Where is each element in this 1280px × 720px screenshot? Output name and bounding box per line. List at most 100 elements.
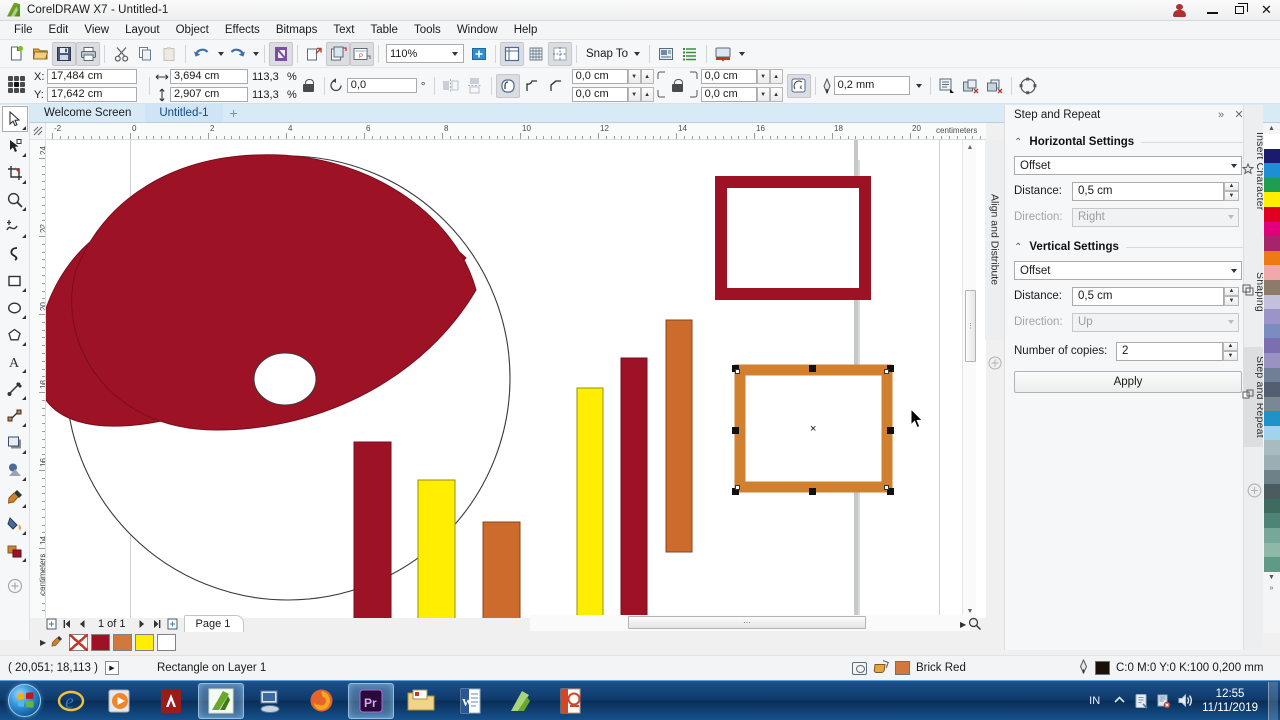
crop-tool[interactable] bbox=[2, 160, 28, 186]
palette-swatch[interactable] bbox=[1263, 469, 1280, 485]
transparency-tool[interactable] bbox=[2, 457, 28, 483]
selection-handle-w[interactable] bbox=[732, 427, 739, 434]
docker-tab-align-and-distribute[interactable]: Align and Distribute bbox=[985, 140, 1004, 340]
polygon-tool[interactable] bbox=[2, 322, 28, 348]
horizontal-distance-field[interactable]: 0,5 cm bbox=[1072, 181, 1224, 201]
minimize-button[interactable] bbox=[1199, 0, 1226, 21]
vertical-distance-field[interactable]: 0,5 cm bbox=[1072, 286, 1224, 306]
bar-3[interactable] bbox=[482, 521, 521, 618]
ellipse-tool[interactable] bbox=[2, 295, 28, 321]
object-width-field[interactable]: 3,694 cm bbox=[170, 69, 248, 84]
connector-tool[interactable] bbox=[2, 403, 28, 429]
palette-swatch[interactable] bbox=[1263, 148, 1280, 164]
palette-swatch[interactable] bbox=[1263, 455, 1280, 470]
x-position-field[interactable]: 17,484 cm bbox=[47, 69, 137, 84]
clock[interactable]: 12:55 11/11/2019 bbox=[1196, 687, 1268, 715]
white-swatch[interactable] bbox=[157, 633, 177, 651]
rotation-angle-field[interactable]: 0,0 bbox=[346, 78, 417, 93]
application-launcher-dropdown-icon[interactable] bbox=[735, 42, 746, 66]
canvas-vertical-scrollbar[interactable]: ▲ ⋮ ▼ bbox=[962, 140, 976, 618]
scroll-up-button[interactable]: ▲ bbox=[963, 140, 977, 154]
vertical-mode-select[interactable]: Offset bbox=[1014, 261, 1242, 280]
object-manager-icon[interactable] bbox=[678, 42, 702, 66]
palette-scroll-icon[interactable]: ▶ bbox=[40, 638, 46, 647]
object-height-field[interactable]: 2,907 cm bbox=[170, 87, 248, 102]
relative-corner-scaling-icon[interactable]: к bbox=[786, 73, 811, 98]
show-grid-icon[interactable] bbox=[524, 42, 548, 66]
horizontal-ruler[interactable]: -2 0 2 4 6 8 10 12 14 16 18 20 centimeters bbox=[46, 123, 986, 140]
palette-swatch[interactable] bbox=[1263, 192, 1280, 207]
bar-4[interactable] bbox=[576, 387, 604, 618]
palette-swatch[interactable] bbox=[1263, 206, 1280, 222]
volume-icon[interactable] bbox=[1174, 686, 1196, 716]
paste-icon[interactable] bbox=[157, 42, 181, 66]
zoom-tool[interactable] bbox=[2, 187, 28, 213]
palette-swatch[interactable] bbox=[1263, 396, 1280, 412]
interactive-fill-tool[interactable] bbox=[2, 511, 28, 537]
docker-tab-insert-character[interactable]: Insert Character bbox=[1241, 123, 1266, 219]
powerpoint-icon[interactable] bbox=[548, 683, 594, 719]
menu-help[interactable]: Help bbox=[506, 22, 546, 39]
freehand-tool[interactable] bbox=[2, 214, 28, 240]
y-position-field[interactable]: 17,642 cm bbox=[47, 87, 137, 102]
coreldraw-icon[interactable] bbox=[198, 682, 244, 719]
last-page-icon[interactable] bbox=[150, 616, 165, 631]
horizontal-settings-group-header[interactable]: ⌃ Horizontal Settings bbox=[1014, 132, 1243, 152]
adobe-acrobat-icon[interactable] bbox=[148, 683, 194, 719]
wrap-text-icon[interactable] bbox=[935, 74, 959, 98]
palette-swatch[interactable] bbox=[1263, 498, 1280, 514]
color-eyedropper-tool[interactable] bbox=[2, 484, 28, 510]
chevron-up-icon-horizontal[interactable]: ⌃ bbox=[1014, 137, 1022, 148]
chevron-up-icon-vertical[interactable]: ⌃ bbox=[1014, 242, 1022, 253]
ruler-origin-button[interactable] bbox=[30, 123, 46, 140]
drop-shadow-tool[interactable] bbox=[2, 430, 28, 456]
palette-swatch[interactable] bbox=[1263, 134, 1280, 149]
export-icon[interactable] bbox=[302, 42, 326, 66]
brick-red-rectangle[interactable] bbox=[715, 176, 871, 300]
redo-icon[interactable] bbox=[225, 42, 249, 66]
undo-dropdown-icon[interactable] bbox=[214, 42, 225, 66]
application-launcher-icon[interactable] bbox=[711, 42, 735, 66]
chevron-down-icon-vertical-mode[interactable] bbox=[1224, 262, 1241, 279]
close-button[interactable]: ✕ bbox=[1253, 0, 1280, 21]
eyedropper-icon[interactable] bbox=[51, 635, 63, 650]
cut-icon[interactable] bbox=[109, 42, 133, 66]
language-indicator[interactable]: IN bbox=[1081, 695, 1108, 707]
color-proof-icon[interactable] bbox=[852, 661, 867, 675]
text-tool[interactable]: A bbox=[2, 349, 28, 375]
export-to-icon[interactable] bbox=[326, 41, 350, 66]
maximize-button[interactable] bbox=[1226, 0, 1253, 21]
fill-color-status[interactable]: Brick Red bbox=[852, 659, 966, 676]
menu-view[interactable]: View bbox=[76, 22, 117, 39]
palette-swatch[interactable] bbox=[1263, 279, 1280, 295]
palette-swatch[interactable] bbox=[1263, 177, 1280, 193]
rectangle-tool[interactable] bbox=[2, 268, 28, 294]
scale-y-field[interactable]: 113,3 bbox=[248, 89, 284, 101]
copy-icon[interactable] bbox=[133, 42, 157, 66]
edit-corners-together-icon[interactable] bbox=[671, 78, 684, 93]
outline-color-swatch[interactable] bbox=[1095, 661, 1110, 675]
new-document-tab-button[interactable]: + bbox=[223, 103, 245, 122]
start-button[interactable] bbox=[2, 682, 46, 720]
menu-table[interactable]: Table bbox=[362, 22, 406, 39]
action-center-icon[interactable] bbox=[1130, 686, 1152, 716]
quick-customize-icon[interactable] bbox=[2, 573, 28, 599]
docker-tab-shaping[interactable]: Shaping bbox=[1242, 263, 1266, 321]
zoom-one-shot-icon[interactable] bbox=[968, 617, 982, 633]
pick-tool[interactable] bbox=[1, 106, 28, 132]
lock-ratio-icon[interactable] bbox=[302, 78, 315, 93]
document-tab-untitled-1[interactable]: Untitled-1 bbox=[145, 103, 223, 122]
bar-1[interactable] bbox=[353, 441, 392, 618]
corner-bl-spinner[interactable]: ▼ ▲ bbox=[627, 87, 654, 102]
fill-color-swatch[interactable] bbox=[895, 661, 910, 675]
apply-button[interactable]: Apply bbox=[1014, 371, 1242, 393]
palette-swatch[interactable] bbox=[1263, 484, 1280, 499]
palette-swatch[interactable] bbox=[1263, 250, 1280, 266]
zoom-level-combobox[interactable]: 110% bbox=[386, 44, 464, 63]
folder-icon[interactable] bbox=[398, 683, 444, 719]
windows-media-player-icon[interactable] bbox=[98, 683, 144, 719]
add-page-after-icon[interactable] bbox=[165, 616, 180, 631]
bar-5[interactable] bbox=[620, 357, 648, 618]
horizontal-mode-select[interactable]: Offset bbox=[1014, 156, 1242, 175]
publish-pdf-icon[interactable]: P bbox=[350, 41, 374, 66]
